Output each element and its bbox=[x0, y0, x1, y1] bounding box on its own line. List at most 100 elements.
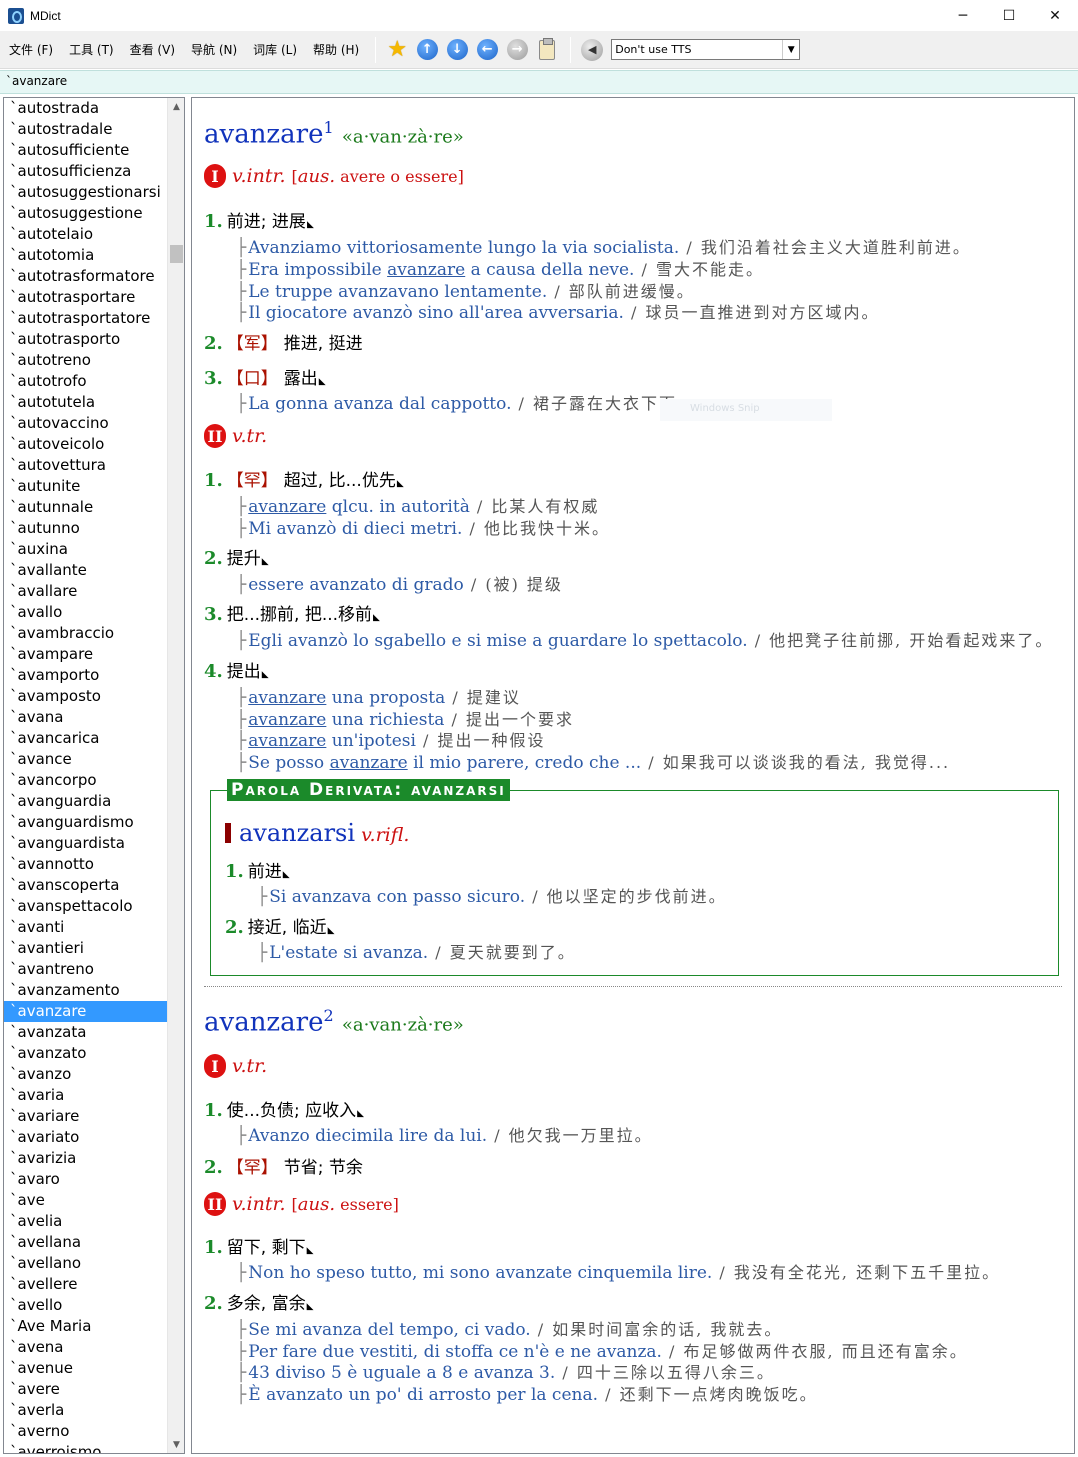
word-list-item[interactable]: `avallante bbox=[4, 560, 167, 581]
word-list-item[interactable]: `avance bbox=[4, 749, 167, 770]
scroll-thumb[interactable] bbox=[170, 245, 183, 263]
word-list-item[interactable]: `autotomia bbox=[4, 245, 167, 266]
word-list-item[interactable]: `avancorpo bbox=[4, 770, 167, 791]
menu-library[interactable]: 词库 (L) bbox=[245, 41, 305, 58]
word-list-item[interactable]: `avambraccio bbox=[4, 623, 167, 644]
entry-content: avanzare1 «a·van·zà·re» I v.intr. [aus. … bbox=[191, 97, 1075, 1454]
word-list-item[interactable]: `avariato bbox=[4, 1127, 167, 1148]
word-list-item[interactable]: `avellana bbox=[4, 1232, 167, 1253]
sense: 2. 【罕】 节省; 节余 bbox=[204, 1157, 363, 1178]
word-list-item[interactable]: `avanscoperta bbox=[4, 875, 167, 896]
word-list-item[interactable]: `avanguardista bbox=[4, 833, 167, 854]
menu-view[interactable]: 查看 (V) bbox=[122, 41, 183, 58]
word-list-item[interactable]: `avantieri bbox=[4, 938, 167, 959]
menu-file[interactable]: 文件 (F) bbox=[0, 41, 61, 58]
word-list-item[interactable]: `autotrofo bbox=[4, 371, 167, 392]
word-list-item[interactable]: `avanguardismo bbox=[4, 812, 167, 833]
word-list-item[interactable]: `autosuggestione bbox=[4, 203, 167, 224]
clipboard-icon[interactable] bbox=[535, 37, 559, 62]
word-list-item[interactable]: `avellere bbox=[4, 1274, 167, 1295]
word-list-item[interactable]: `avana bbox=[4, 707, 167, 728]
word-list-item[interactable]: `averla bbox=[4, 1400, 167, 1421]
word-list-item[interactable]: `autunnale bbox=[4, 497, 167, 518]
word-list-item[interactable]: `avarizia bbox=[4, 1148, 167, 1169]
word-list-item[interactable]: `avaro bbox=[4, 1169, 167, 1190]
word-list-item[interactable]: `autostrada bbox=[4, 98, 167, 119]
word-list-item[interactable]: `avantreno bbox=[4, 959, 167, 980]
word-list-item[interactable]: `avanzo bbox=[4, 1064, 167, 1085]
word-list-item[interactable]: `autotreno bbox=[4, 350, 167, 371]
search-input[interactable] bbox=[6, 74, 406, 88]
word-list-item[interactable]: `avanspettacolo bbox=[4, 896, 167, 917]
word-list-item[interactable]: `averno bbox=[4, 1421, 167, 1442]
word-list-item[interactable]: `avampare bbox=[4, 644, 167, 665]
maximize-button[interactable]: ☐ bbox=[986, 0, 1032, 31]
headword-link[interactable]: avanzare bbox=[248, 688, 326, 708]
headword-link[interactable]: avanzare bbox=[248, 497, 326, 517]
headword: avanzare1 «a·van·zà·re» bbox=[204, 118, 464, 150]
word-list-item[interactable]: `autotrasportare bbox=[4, 287, 167, 308]
word-list-item[interactable]: `autosufficiente bbox=[4, 140, 167, 161]
entry-divider bbox=[204, 986, 1062, 987]
word-list-item[interactable]: `auxina bbox=[4, 539, 167, 560]
word-list-item[interactable]: `autostradale bbox=[4, 119, 167, 140]
word-list-item[interactable]: `autovettura bbox=[4, 455, 167, 476]
aux-note: [aus. essere] bbox=[291, 1193, 399, 1215]
scroll-up-icon[interactable]: ▲ bbox=[168, 98, 184, 115]
word-list-item[interactable]: `avanzata bbox=[4, 1022, 167, 1043]
word-list-item[interactable]: `avena bbox=[4, 1337, 167, 1358]
arrow-up-icon[interactable]: ↑ bbox=[415, 38, 439, 62]
menu-navigate[interactable]: 导航 (N) bbox=[183, 41, 245, 58]
word-list-item[interactable]: `ave bbox=[4, 1190, 167, 1211]
word-list-item[interactable]: `autotrasformatore bbox=[4, 266, 167, 287]
menu-tools[interactable]: 工具 (T) bbox=[61, 41, 122, 58]
arrow-left-icon[interactable]: ← bbox=[475, 38, 499, 62]
word-list-item[interactable]: `autotelaio bbox=[4, 224, 167, 245]
word-list-item[interactable]: `avanzato bbox=[4, 1043, 167, 1064]
arrow-down-icon[interactable]: ↓ bbox=[445, 38, 469, 62]
word-list-item[interactable]: `avariare bbox=[4, 1106, 167, 1127]
arrow-right-icon[interactable]: → bbox=[505, 38, 529, 62]
minimize-button[interactable]: ─ bbox=[940, 0, 986, 31]
word-list-item[interactable]: `autosuggestionarsi bbox=[4, 182, 167, 203]
word-list-item[interactable]: `autotutela bbox=[4, 392, 167, 413]
speaker-icon[interactable]: ◀ bbox=[580, 38, 604, 62]
scroll-down-icon[interactable]: ▼ bbox=[168, 1436, 184, 1453]
word-list-item[interactable]: `autosufficienza bbox=[4, 161, 167, 182]
word-list-item[interactable]: `autotrasportatore bbox=[4, 308, 167, 329]
word-list-item[interactable]: `autovaccino bbox=[4, 413, 167, 434]
word-list-item[interactable]: `avallo bbox=[4, 602, 167, 623]
word-list-item[interactable]: `autotrasporto bbox=[4, 329, 167, 350]
menu-help[interactable]: 帮助 (H) bbox=[305, 41, 367, 58]
word-list-item[interactable]: `avello bbox=[4, 1295, 167, 1316]
headword-link[interactable]: avanzare bbox=[330, 753, 408, 773]
headword-link[interactable]: avanzare bbox=[387, 260, 465, 280]
word-list-item[interactable]: `avannotto bbox=[4, 854, 167, 875]
word-list-item[interactable]: `autunno bbox=[4, 518, 167, 539]
word-list-item[interactable]: `autoveicolo bbox=[4, 434, 167, 455]
word-list-item[interactable]: `averroismo bbox=[4, 1442, 167, 1453]
star-icon[interactable]: ★ bbox=[385, 38, 409, 62]
word-list-item[interactable]: `avanzamento bbox=[4, 980, 167, 1001]
word-list-item[interactable]: `avellano bbox=[4, 1253, 167, 1274]
word-list-item[interactable]: `avamposto bbox=[4, 686, 167, 707]
word-list-item[interactable]: `avanzare bbox=[4, 1001, 167, 1022]
word-list-item[interactable]: `avaria bbox=[4, 1085, 167, 1106]
word-list-item[interactable]: `avanti bbox=[4, 917, 167, 938]
word-list-item[interactable]: `avanguardia bbox=[4, 791, 167, 812]
word-list-item[interactable]: `Ave Maria bbox=[4, 1316, 167, 1337]
chevron-down-icon[interactable]: ▼ bbox=[782, 40, 799, 59]
word-list-item[interactable]: `avelia bbox=[4, 1211, 167, 1232]
word-list-scrollbar[interactable]: ▲ ▼ bbox=[167, 98, 184, 1453]
word-list-item[interactable]: `avancarica bbox=[4, 728, 167, 749]
word-list-item[interactable]: `avere bbox=[4, 1379, 167, 1400]
sense: 1. 前进; 进展 ◣ bbox=[204, 211, 314, 232]
example: ├ essere avanzato di grado / (被) 提级 bbox=[236, 575, 563, 595]
word-list-item[interactable]: `autunite bbox=[4, 476, 167, 497]
word-list-item[interactable]: `avamporto bbox=[4, 665, 167, 686]
tts-select[interactable]: Don't use TTS ▼ bbox=[611, 39, 801, 60]
word-list-item[interactable]: `avenue bbox=[4, 1358, 167, 1379]
close-button[interactable]: ✕ bbox=[1032, 0, 1078, 31]
word-list-item[interactable]: `avallare bbox=[4, 581, 167, 602]
headword-link[interactable]: avanzare bbox=[248, 731, 326, 751]
